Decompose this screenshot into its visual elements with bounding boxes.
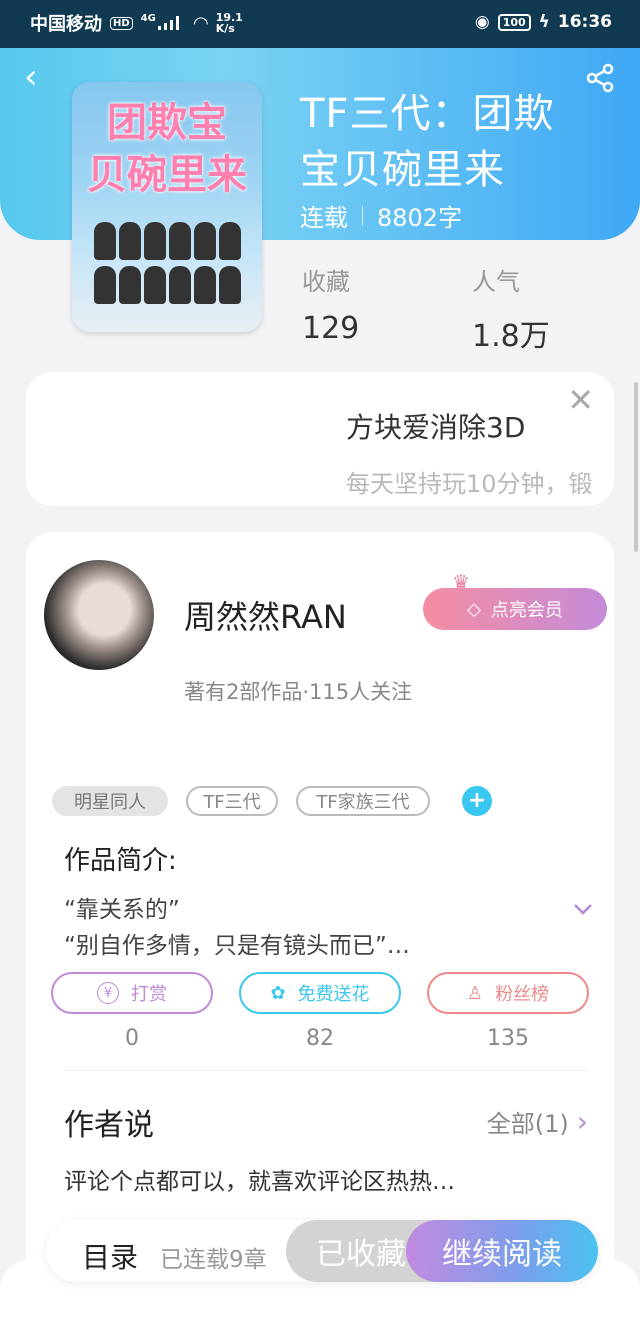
cover-title-line1: 团欺宝 xyxy=(107,100,227,146)
intro-line: “别自作多情，只是有镜头而已”… xyxy=(64,933,410,959)
popularity-stat: 人气 1.8万 xyxy=(472,268,550,354)
ad-card[interactable]: ✕ 方块爱消除3D 每天坚持玩10分钟，锻 xyxy=(26,372,614,506)
author-says-text[interactable]: 评论个点都可以，就喜欢评论区热热… xyxy=(64,1162,455,1196)
serial-status: 连载 xyxy=(300,204,348,232)
close-icon[interactable]: ✕ xyxy=(567,384,594,416)
view-all-link[interactable]: 全部(1) › xyxy=(487,1104,588,1139)
author-says-heading: 作者说 xyxy=(64,1108,154,1143)
carrier-label: 中国移动 xyxy=(30,14,102,35)
status-bar: 中国移动 HD 4G ◠ 19.1 K/s ◉ 100 ϟ 16:36 xyxy=(0,0,640,48)
author-name[interactable]: 周然然RAN xyxy=(184,592,347,638)
tag-item[interactable]: TF三代 xyxy=(186,786,278,816)
user-icon: ♙ xyxy=(466,982,484,1004)
signal-icon xyxy=(157,16,186,30)
fans-count: 135 xyxy=(487,1026,529,1051)
net-speed: 19.1 K/s xyxy=(215,11,243,35)
battery-icon: 100 xyxy=(497,13,531,31)
add-tag-icon[interactable]: + xyxy=(462,786,492,816)
send-flower-button[interactable]: ✿ 免费送花 xyxy=(239,972,401,1014)
chapter-count[interactable]: 已连载9章 xyxy=(160,1240,267,1274)
avatar[interactable] xyxy=(44,560,154,670)
tip-count: 0 xyxy=(125,1026,139,1051)
intro-line: “靠关系的” xyxy=(64,897,180,923)
clock: 16:36 xyxy=(557,12,612,32)
eye-icon: ◉ xyxy=(474,12,490,32)
hd-icon: HD xyxy=(110,16,133,30)
favorites-stat: 收藏 129 xyxy=(302,268,360,346)
wifi-icon: ◠ xyxy=(193,12,208,34)
author-works: 著有2部作品·115人关注 xyxy=(184,680,413,704)
flower-icon: ✿ xyxy=(270,982,286,1004)
network-label: 4G xyxy=(140,12,156,24)
yen-icon: ¥ xyxy=(97,982,119,1004)
cover-photo xyxy=(84,222,250,307)
divider xyxy=(64,1070,588,1071)
tag-item[interactable]: 明星同人 xyxy=(52,786,168,816)
chevron-down-icon[interactable] xyxy=(572,898,594,920)
toc-button[interactable]: 目录 xyxy=(82,1236,138,1276)
book-title: TF三代：团欺 宝贝碗里来 xyxy=(300,91,555,193)
continue-reading-button[interactable]: 继续阅读 xyxy=(406,1220,598,1282)
tip-button[interactable]: ¥ 打赏 xyxy=(51,972,213,1014)
cover-title-line2: 贝碗里来 xyxy=(87,152,247,198)
back-icon[interactable]: ‹ xyxy=(24,60,38,94)
chevron-right-icon: › xyxy=(576,1105,588,1138)
book-cover[interactable]: 团欺宝 贝碗里来 xyxy=(72,82,262,332)
word-count: 8802字 xyxy=(377,204,463,232)
flower-count: 82 xyxy=(306,1026,334,1051)
book-meta: 连载 8802字 xyxy=(300,198,462,233)
intro-heading: 作品简介: xyxy=(64,846,177,876)
fans-rank-button[interactable]: ♙ 粉丝榜 xyxy=(427,972,589,1014)
scrollbar[interactable] xyxy=(634,382,638,552)
charging-icon: ϟ xyxy=(538,12,550,32)
vip-button[interactable]: ◇ 点亮会员 xyxy=(423,588,607,630)
ad-title: 方块爱消除3D xyxy=(346,411,526,444)
tag-item[interactable]: TF家族三代 xyxy=(296,786,430,816)
diamond-icon: ◇ xyxy=(467,598,481,620)
ad-subtitle: 每天坚持玩10分钟，锻 xyxy=(346,470,593,498)
